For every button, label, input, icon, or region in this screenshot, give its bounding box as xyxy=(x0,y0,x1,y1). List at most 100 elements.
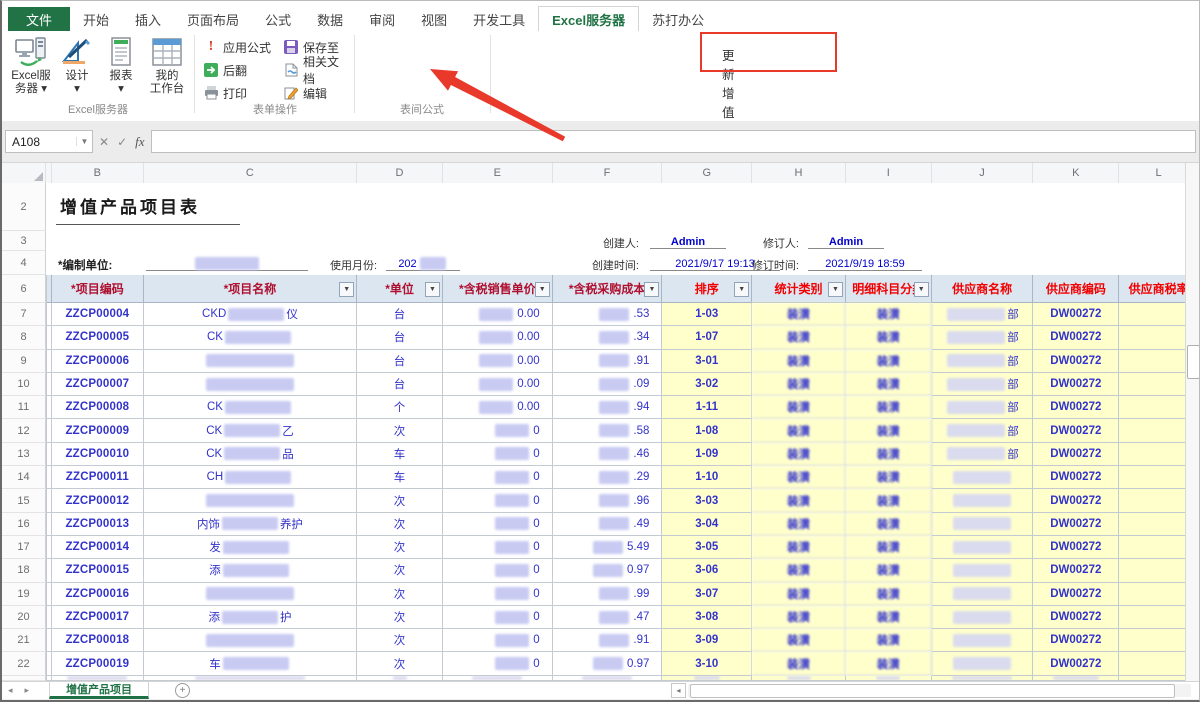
cell-sort[interactable]: 1-08 xyxy=(662,419,752,442)
cell-sale-price[interactable]: 0 xyxy=(443,419,553,442)
cell-project-code[interactable]: ZZCP00008 xyxy=(52,396,144,419)
cell-sort[interactable]: 3-01 xyxy=(662,350,752,373)
cell-stat-category[interactable]: 装潢 xyxy=(752,583,846,606)
excel-server-button[interactable]: Excel服 务器 ▾ xyxy=(8,35,54,101)
cell-supplier-code[interactable]: DW00272 xyxy=(1033,652,1119,675)
row-header[interactable]: 20 xyxy=(2,606,46,629)
header-detail-category[interactable]: 明细科目分类▼ xyxy=(846,275,932,303)
cell[interactable] xyxy=(443,676,553,681)
horizontal-scrollbar-thumb[interactable] xyxy=(690,684,1175,698)
cell-project-code[interactable]: ZZCP00010 xyxy=(52,443,144,466)
name-box-dropdown-icon[interactable]: ▼ xyxy=(76,137,92,146)
enter-icon[interactable]: ✓ xyxy=(117,135,127,149)
cell-purchase-cost[interactable]: .91 xyxy=(553,629,663,652)
cell-detail-category[interactable]: 装潢 xyxy=(846,606,932,629)
cell[interactable] xyxy=(932,676,1034,681)
cell-sort[interactable]: 3-06 xyxy=(662,559,752,582)
cell-purchase-cost[interactable]: .96 xyxy=(553,489,663,512)
cell-purchase-cost[interactable]: .09 xyxy=(553,373,663,396)
fx-icon[interactable]: fx xyxy=(135,134,144,150)
cell-stat-category[interactable]: 装潢 xyxy=(752,396,846,419)
cell-stat-category[interactable]: 装潢 xyxy=(752,652,846,675)
cell-supplier-code[interactable]: DW00272 xyxy=(1033,396,1119,419)
cell-supplier-name[interactable] xyxy=(932,652,1034,675)
cell[interactable] xyxy=(52,676,144,681)
tab-excel-server[interactable]: Excel服务器 xyxy=(538,6,639,31)
cell-supplier-code[interactable]: DW00272 xyxy=(1033,583,1119,606)
cell-sale-price[interactable]: 0 xyxy=(443,559,553,582)
cell-detail-category[interactable]: 装潢 xyxy=(846,583,932,606)
cell-project-name[interactable] xyxy=(144,629,357,652)
cell-supplier-name[interactable] xyxy=(932,466,1034,489)
cell[interactable] xyxy=(553,676,663,681)
cell-supplier-code[interactable]: DW00272 xyxy=(1033,373,1119,396)
cell-project-name[interactable] xyxy=(144,583,357,606)
tab-developer[interactable]: 开发工具 xyxy=(460,7,538,31)
row-header[interactable]: 9 xyxy=(2,350,46,373)
cell-project-code[interactable]: ZZCP00004 xyxy=(52,303,144,326)
cell-supplier-name[interactable]: 部 xyxy=(932,326,1034,349)
row-header[interactable]: 11 xyxy=(2,396,46,419)
cell-detail-category[interactable]: 装潢 xyxy=(846,326,932,349)
header-supplier-code[interactable]: 供应商编码 xyxy=(1033,275,1119,303)
cell-unit[interactable]: 台 xyxy=(357,326,443,349)
column-header[interactable]: H xyxy=(752,163,846,183)
cell[interactable] xyxy=(846,676,932,681)
row-header[interactable]: 18 xyxy=(2,559,46,582)
cell-detail-category[interactable]: 装潢 xyxy=(846,513,932,536)
cell-project-code[interactable]: ZZCP00016 xyxy=(52,583,144,606)
cell-unit[interactable]: 次 xyxy=(357,513,443,536)
cell-sort[interactable]: 3-05 xyxy=(662,536,752,559)
row-header[interactable] xyxy=(2,676,46,681)
cell-sort[interactable]: 3-03 xyxy=(662,489,752,512)
cell[interactable] xyxy=(357,676,443,681)
cell-project-name[interactable]: 添护 xyxy=(144,606,357,629)
cell-unit[interactable]: 个 xyxy=(357,396,443,419)
column-header[interactable]: I xyxy=(846,163,932,183)
cell-project-name[interactable]: CK品 xyxy=(144,443,357,466)
column-header[interactable]: D xyxy=(357,163,443,183)
cell-detail-category[interactable]: 装潢 xyxy=(846,396,932,419)
tab-formulas[interactable]: 公式 xyxy=(252,7,304,31)
back-button[interactable]: 后翻 xyxy=(200,60,250,80)
header-purchase-cost[interactable]: *含税采购成本▼ xyxy=(553,275,663,303)
cell-supplier-code[interactable]: DW00272 xyxy=(1033,466,1119,489)
row-header[interactable]: 16 xyxy=(2,513,46,536)
filter-dropdown-icon[interactable]: ▼ xyxy=(828,282,843,297)
cell-sort[interactable]: 1-10 xyxy=(662,466,752,489)
cell-project-code[interactable]: ZZCP00006 xyxy=(52,350,144,373)
filter-dropdown-icon[interactable]: ▼ xyxy=(644,282,659,297)
cell-supplier-code[interactable]: DW00272 xyxy=(1033,559,1119,582)
cell-sort[interactable]: 3-09 xyxy=(662,629,752,652)
cell-project-code[interactable]: ZZCP00015 xyxy=(52,559,144,582)
cell-project-code[interactable]: ZZCP00007 xyxy=(52,373,144,396)
vertical-scrollbar[interactable] xyxy=(1185,163,1199,681)
cell-project-code[interactable]: ZZCP00019 xyxy=(52,652,144,675)
cell-purchase-cost[interactable]: 5.49 xyxy=(553,536,663,559)
filter-dropdown-icon[interactable]: ▼ xyxy=(914,282,929,297)
cell-supplier-name[interactable]: 部 xyxy=(932,419,1034,442)
cell-purchase-cost[interactable]: .49 xyxy=(553,513,663,536)
cell-project-code[interactable]: ZZCP00005 xyxy=(52,326,144,349)
cell[interactable] xyxy=(1033,676,1119,681)
row-header[interactable]: 4 xyxy=(2,251,46,275)
tab-home[interactable]: 开始 xyxy=(70,7,122,31)
cell-supplier-name[interactable]: 部 xyxy=(932,373,1034,396)
cell-stat-category[interactable]: 装潢 xyxy=(752,489,846,512)
cell-sort[interactable]: 3-10 xyxy=(662,652,752,675)
tab-review[interactable]: 审阅 xyxy=(356,7,408,31)
cell-project-code[interactable]: ZZCP00009 xyxy=(52,419,144,442)
cell-unit[interactable]: 车 xyxy=(357,466,443,489)
sheet-nav-prev-icon[interactable]: ◂ xyxy=(2,685,19,696)
cell-sale-price[interactable]: 0 xyxy=(443,466,553,489)
row-header[interactable]: 10 xyxy=(2,373,46,396)
tab-data[interactable]: 数据 xyxy=(304,7,356,31)
cell-sale-price[interactable]: 0 xyxy=(443,583,553,606)
column-header[interactable]: F xyxy=(553,163,663,183)
tab-page-layout[interactable]: 页面布局 xyxy=(174,7,252,31)
column-header[interactable]: G xyxy=(662,163,752,183)
cell-supplier-code[interactable]: DW00272 xyxy=(1033,513,1119,536)
cell-unit[interactable]: 次 xyxy=(357,606,443,629)
cell-supplier-code[interactable]: DW00272 xyxy=(1033,303,1119,326)
cell-supplier-code[interactable]: DW00272 xyxy=(1033,419,1119,442)
